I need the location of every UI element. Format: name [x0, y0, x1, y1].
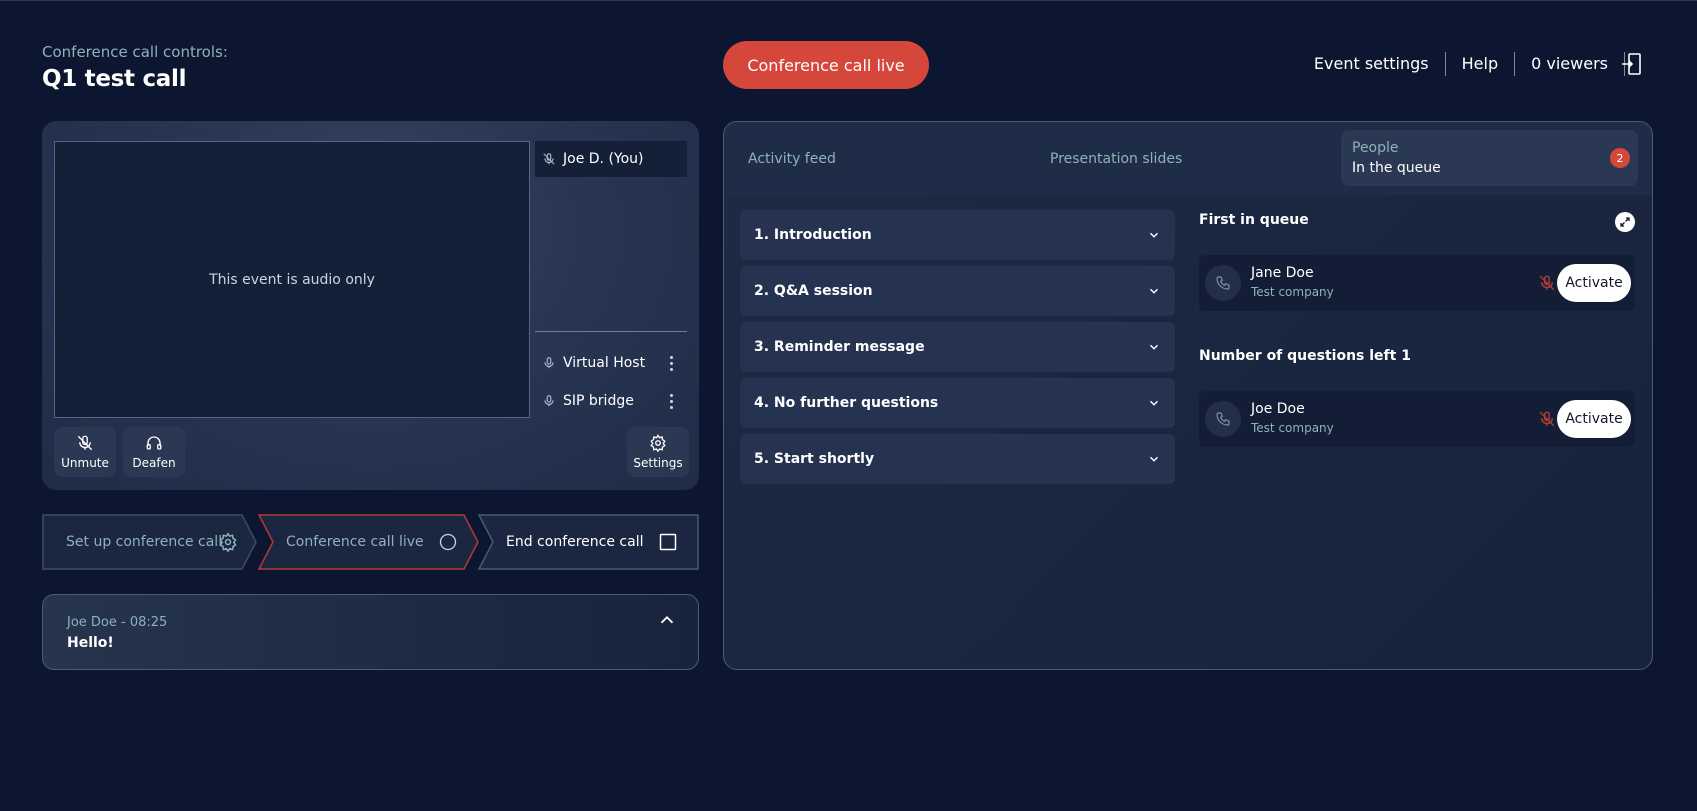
participant-divider: [535, 331, 687, 332]
caller-company: Test company: [1251, 285, 1334, 299]
tab-bar: Activity feed Presentation slides People…: [724, 122, 1652, 195]
chevron-down-icon: [1150, 288, 1158, 294]
queue-card: Joe Doe Test company Activate: [1199, 391, 1635, 447]
deafen-button[interactable]: Deafen: [123, 427, 185, 477]
accordion-item-label: 4. No further questions: [754, 395, 939, 411]
questions-left-heading: Number of questions left 1: [1199, 348, 1411, 364]
chat-panel: Joe Doe - 08:25 Hello!: [42, 594, 699, 670]
step-end-label: End conference call: [506, 534, 644, 550]
participant-name: SIP bridge: [563, 393, 634, 409]
headphones-icon: [146, 436, 162, 450]
phone-icon: [1205, 401, 1241, 437]
video-area: This event is audio only: [54, 141, 530, 418]
viewers-count: 0 viewers: [1515, 52, 1625, 76]
accordion-item-label: 2. Q&A session: [754, 283, 873, 299]
circle-icon: [439, 533, 457, 551]
expand-icon[interactable]: [1615, 212, 1635, 232]
mic-off-icon: [77, 435, 93, 451]
step-setup[interactable]: Set up conference call: [42, 514, 258, 570]
accordion-item-label: 1. Introduction: [754, 227, 872, 243]
mic-off-icon[interactable]: [1538, 274, 1556, 292]
caller-company: Test company: [1251, 421, 1334, 435]
tab-people[interactable]: People In the queue 2: [1341, 130, 1638, 186]
chat-message-text: Hello!: [67, 635, 114, 651]
page-title: Q1 test call: [42, 66, 187, 92]
accordion-item[interactable]: 5. Start shortly: [740, 434, 1175, 484]
chevron-down-icon: [1150, 232, 1158, 238]
caller-name: Joe Doe: [1251, 401, 1305, 417]
participant-name: Virtual Host: [563, 355, 646, 371]
participant-self[interactable]: Joe D. (You): [535, 141, 687, 177]
more-options-icon[interactable]: [663, 392, 679, 410]
chevron-up-icon[interactable]: [656, 609, 678, 631]
chevron-down-icon: [1150, 400, 1158, 406]
chat-message-meta: Joe Doe - 08:25: [67, 615, 168, 630]
participant-sip-bridge[interactable]: SIP bridge: [535, 383, 687, 419]
accordion-item[interactable]: 4. No further questions: [740, 378, 1175, 428]
tab-presentation-slides[interactable]: Presentation slides: [1050, 122, 1182, 195]
step-live[interactable]: Conference call live: [258, 514, 480, 570]
page-subtitle: Conference call controls:: [42, 43, 228, 61]
accordion-item[interactable]: 3. Reminder message: [740, 322, 1175, 372]
step-setup-label: Set up conference call: [66, 534, 223, 550]
first-in-queue-heading: First in queue: [1199, 212, 1309, 228]
accordion-item-label: 5. Start shortly: [754, 451, 875, 467]
accordion-item[interactable]: 1. Introduction: [740, 210, 1175, 260]
gear-icon: [219, 532, 237, 552]
queue-card: Jane Doe Test company Activate: [1199, 255, 1635, 311]
participant-virtual-host[interactable]: Virtual Host: [535, 345, 687, 381]
square-icon: [659, 533, 677, 551]
caller-name: Jane Doe: [1251, 265, 1314, 281]
tab-people-title: People: [1352, 140, 1399, 156]
audio-only-message: This event is audio only: [209, 271, 375, 288]
event-settings-link[interactable]: Event settings: [1314, 52, 1446, 76]
mic-icon: [535, 356, 563, 370]
unmute-label: Unmute: [61, 456, 109, 470]
activate-button[interactable]: Activate: [1557, 264, 1631, 302]
phone-icon: [1205, 265, 1241, 301]
tab-activity-feed[interactable]: Activity feed: [748, 122, 836, 195]
gear-icon: [650, 434, 666, 452]
settings-button[interactable]: Settings: [627, 427, 689, 477]
tab-people-subtitle: In the queue: [1352, 160, 1441, 176]
step-end[interactable]: End conference call: [478, 514, 699, 570]
exit-icon[interactable]: [1620, 52, 1644, 76]
top-nav: Event settings Help 0 viewers: [1314, 52, 1625, 76]
chevron-down-icon: [1150, 456, 1158, 462]
settings-label: Settings: [633, 456, 683, 470]
stage-panel: This event is audio only Joe D. (You) Vi…: [42, 121, 699, 490]
step-live-label: Conference call live: [286, 534, 424, 550]
mic-off-icon[interactable]: [1538, 410, 1556, 428]
unmute-button[interactable]: Unmute: [54, 427, 116, 477]
accordion-item[interactable]: 2. Q&A session: [740, 266, 1175, 316]
more-options-icon[interactable]: [663, 354, 679, 372]
activate-button[interactable]: Activate: [1557, 400, 1631, 438]
chevron-down-icon: [1150, 344, 1158, 350]
participant-name: Joe D. (You): [563, 151, 644, 167]
mic-icon: [535, 394, 563, 408]
right-panel: Activity feed Presentation slides People…: [723, 121, 1653, 670]
top-border: [0, 0, 1697, 1]
help-link[interactable]: Help: [1446, 52, 1516, 76]
deafen-label: Deafen: [132, 456, 176, 470]
mic-off-icon: [535, 152, 563, 166]
accordion-item-label: 3. Reminder message: [754, 339, 925, 355]
conference-live-button[interactable]: Conference call live: [723, 41, 929, 89]
queue-count-badge: 2: [1610, 148, 1630, 168]
